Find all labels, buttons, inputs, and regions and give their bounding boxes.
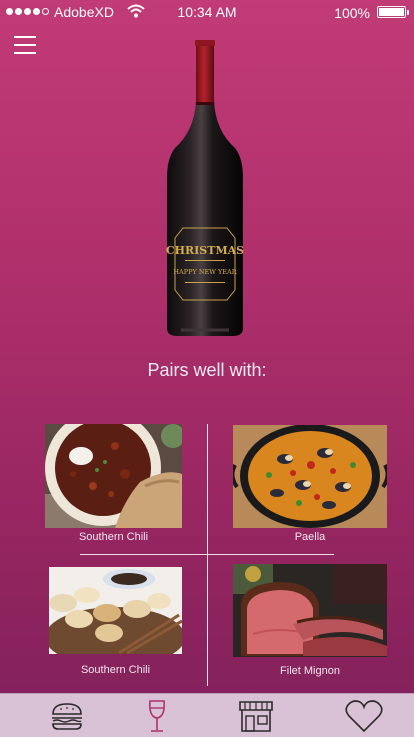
- pairing-label: Southern Chili: [78, 531, 149, 543]
- bottle-label-subtext: HAPPY NEW YEAR: [173, 268, 237, 276]
- pairing-card-paella[interactable]: Paella: [233, 425, 387, 543]
- wine-bottle-image: CHRISTMAS HAPPY NEW YEAR: [166, 40, 244, 336]
- pairing-card-southern-chili-dumplings[interactable]: Southern Chili: [49, 567, 182, 676]
- grid-divider-horizontal: [80, 554, 334, 555]
- paella-photo-icon: [233, 425, 387, 528]
- battery-icon: [377, 6, 409, 18]
- menu-icon[interactable]: [14, 34, 36, 56]
- status-bar: AdobeXD 10:34 AM 100%: [0, 0, 414, 24]
- filet-mignon-photo-icon: [233, 564, 387, 657]
- store-icon[interactable]: [236, 698, 276, 734]
- chili-photo-icon: [45, 424, 182, 528]
- heart-icon[interactable]: [344, 698, 384, 734]
- pairing-card-filet-mignon[interactable]: Filet Mignon: [233, 564, 387, 677]
- pairing-label: Filet Mignon: [280, 665, 340, 677]
- burger-icon[interactable]: [47, 698, 87, 734]
- grid-divider-vertical: [207, 424, 208, 686]
- battery-percentage: 100%: [334, 5, 370, 21]
- pairing-label: Southern Chili: [80, 664, 151, 676]
- wine-glass-icon[interactable]: [137, 698, 177, 734]
- dumplings-photo-icon: [49, 567, 182, 654]
- tab-bar: [0, 693, 414, 737]
- pairs-title: Pairs well with:: [147, 360, 267, 380]
- pairing-label: Paella: [294, 531, 326, 543]
- bottle-label-text: CHRISTMAS: [166, 244, 244, 257]
- pairing-card-southern-chili[interactable]: Southern Chili: [45, 424, 182, 543]
